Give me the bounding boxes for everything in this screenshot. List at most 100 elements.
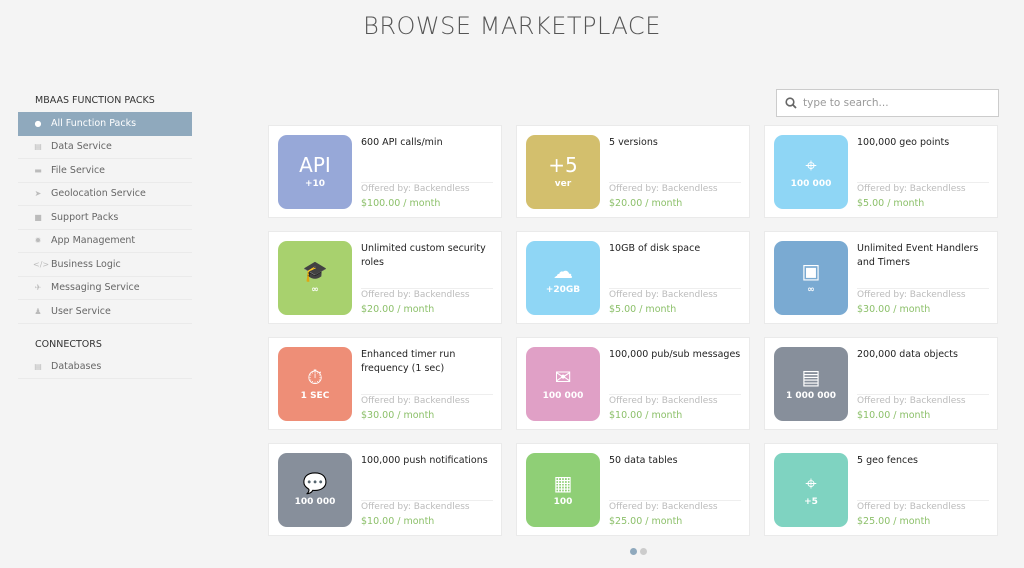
pack-icon: ▤ 1 000 000 bbox=[774, 347, 848, 421]
pack-glyph: ⏱ bbox=[307, 365, 323, 389]
section-function-packs: MBAAS FUNCTION PACKS bbox=[35, 95, 155, 106]
divider bbox=[857, 182, 989, 183]
function-pack-card[interactable]: API +10 600 API calls/min Offered by: Ba… bbox=[268, 125, 502, 218]
function-pack-card[interactable]: ☁ +20GB 10GB of disk space Offered by: B… bbox=[516, 231, 750, 324]
pack-glyph: ▣ bbox=[801, 259, 821, 283]
pack-name[interactable]: 100,000 pub/sub messages bbox=[609, 348, 744, 362]
divider bbox=[609, 182, 741, 183]
pack-price: $10.00 / month bbox=[609, 410, 683, 421]
sidebar-item-label: Databases bbox=[51, 361, 102, 373]
pack-caption: +10 bbox=[304, 179, 326, 189]
sidebar-item[interactable]: ■ Support Packs bbox=[18, 206, 192, 230]
pack-price: $20.00 / month bbox=[361, 304, 435, 315]
pack-name[interactable]: 100,000 geo points bbox=[857, 136, 992, 150]
sidebar-item-icon: ✹ bbox=[34, 236, 42, 246]
pack-icon: ✉ 100 000 bbox=[526, 347, 600, 421]
search-input[interactable]: type to search... bbox=[776, 89, 999, 117]
pack-glyph: +5 bbox=[548, 153, 578, 177]
sidebar-item-icon: ♟ bbox=[34, 306, 42, 316]
function-pack-card[interactable]: ⏱ 1 SEC Enhanced timer run frequency (1 … bbox=[268, 337, 502, 430]
sidebar-item-databases[interactable]: ▤ Databases bbox=[18, 356, 192, 379]
sidebar-item-label: File Service bbox=[51, 164, 106, 176]
divider bbox=[361, 394, 493, 395]
function-pack-card[interactable]: +5 ver 5 versions Offered by: Backendles… bbox=[516, 125, 750, 218]
divider bbox=[361, 182, 493, 183]
divider bbox=[857, 394, 989, 395]
sidebar-item-label: Data Service bbox=[51, 141, 112, 153]
function-pack-card[interactable]: ▦ 100 50 data tables Offered by: Backend… bbox=[516, 443, 750, 536]
pack-price: $100.00 / month bbox=[361, 198, 441, 209]
function-pack-card[interactable]: 🎓 ∞ Unlimited custom security roles Offe… bbox=[268, 231, 502, 324]
search-icon bbox=[785, 97, 797, 109]
function-pack-card[interactable]: 💬 100 000 100,000 push notifications Off… bbox=[268, 443, 502, 536]
sidebar-item-label: App Management bbox=[51, 235, 136, 247]
pack-vendor: Offered by: Backendless bbox=[361, 502, 470, 512]
sidebar-item[interactable]: ♟ User Service bbox=[18, 300, 192, 324]
sidebar: MBAAS FUNCTION PACKS ● All Function Packs… bbox=[18, 94, 192, 379]
sidebar-item[interactable]: </> Business Logic bbox=[18, 253, 192, 277]
sidebar-item[interactable]: ➤ Geolocation Service bbox=[18, 183, 192, 206]
database-icon: ▤ bbox=[34, 362, 42, 372]
pack-caption: 100 bbox=[553, 497, 573, 507]
sidebar-item-icon: ➤ bbox=[34, 189, 42, 199]
function-pack-card[interactable]: ▤ 1 000 000 200,000 data objects Offered… bbox=[764, 337, 998, 430]
sidebar-item-label: Support Packs bbox=[51, 211, 119, 223]
function-pack-card[interactable]: ✉ 100 000 100,000 pub/sub messages Offer… bbox=[516, 337, 750, 430]
sidebar-item-icon: ■ bbox=[34, 212, 42, 222]
sidebar-item[interactable]: ▬ File Service bbox=[18, 159, 192, 183]
sidebar-item[interactable]: ● All Function Packs bbox=[18, 112, 192, 136]
sidebar-item[interactable]: ✹ App Management bbox=[18, 230, 192, 253]
pack-name[interactable]: Enhanced timer run frequency (1 sec) bbox=[361, 348, 496, 376]
sidebar-item-label: Geolocation Service bbox=[51, 188, 146, 200]
pack-name[interactable]: 100,000 push notifications bbox=[361, 454, 496, 468]
page-dot-2[interactable] bbox=[640, 548, 647, 555]
pack-name[interactable]: 5 geo fences bbox=[857, 454, 992, 468]
pack-name[interactable]: Unlimited Event Handlers and Timers bbox=[857, 242, 992, 270]
pack-vendor: Offered by: Backendless bbox=[609, 184, 718, 194]
divider bbox=[361, 500, 493, 501]
pack-name[interactable]: 600 API calls/min bbox=[361, 136, 496, 150]
function-pack-card[interactable]: ⌖ +5 5 geo fences Offered by: Backendles… bbox=[764, 443, 998, 536]
pack-glyph: API bbox=[299, 153, 331, 177]
pack-name[interactable]: 5 versions bbox=[609, 136, 744, 150]
pack-caption: 1 SEC bbox=[300, 391, 330, 401]
function-pack-card[interactable]: ▣ ∞ Unlimited Event Handlers and Timers … bbox=[764, 231, 998, 324]
pack-price: $25.00 / month bbox=[857, 516, 931, 527]
pack-caption: ∞ bbox=[807, 285, 815, 295]
pack-icon: ▣ ∞ bbox=[774, 241, 848, 315]
divider bbox=[857, 500, 989, 501]
pack-vendor: Offered by: Backendless bbox=[609, 396, 718, 406]
section-connectors: CONNECTORS bbox=[35, 338, 102, 350]
pack-glyph: ☁ bbox=[553, 259, 573, 283]
divider bbox=[609, 500, 741, 501]
sidebar-item[interactable]: ✈ Messaging Service bbox=[18, 277, 192, 300]
pack-vendor: Offered by: Backendless bbox=[361, 396, 470, 406]
pack-glyph: ▤ bbox=[801, 365, 821, 389]
pack-caption: 1 000 000 bbox=[785, 391, 837, 401]
page-dot-1[interactable] bbox=[630, 548, 637, 555]
pack-vendor: Offered by: Backendless bbox=[857, 184, 966, 194]
function-pack-card[interactable]: ⌖ 100 000 100,000 geo points Offered by:… bbox=[764, 125, 998, 218]
pack-name[interactable]: 50 data tables bbox=[609, 454, 744, 468]
pack-caption: 100 000 bbox=[790, 179, 832, 189]
sidebar-item[interactable]: ▤ Data Service bbox=[18, 136, 192, 159]
pack-caption: ∞ bbox=[311, 285, 319, 295]
pack-glyph: 🎓 bbox=[302, 259, 328, 283]
pack-name[interactable]: 200,000 data objects bbox=[857, 348, 992, 362]
pack-icon: +5 ver bbox=[526, 135, 600, 209]
pack-price: $10.00 / month bbox=[857, 410, 931, 421]
search-placeholder: type to search... bbox=[803, 97, 889, 109]
pack-price: $5.00 / month bbox=[609, 304, 677, 315]
divider bbox=[609, 394, 741, 395]
sidebar-item-icon: </> bbox=[33, 259, 50, 269]
pack-vendor: Offered by: Backendless bbox=[857, 290, 966, 300]
pack-icon: 🎓 ∞ bbox=[278, 241, 352, 315]
pack-name[interactable]: 10GB of disk space bbox=[609, 242, 744, 256]
pack-name[interactable]: Unlimited custom security roles bbox=[361, 242, 496, 270]
pack-vendor: Offered by: Backendless bbox=[857, 396, 966, 406]
divider bbox=[361, 288, 493, 289]
pack-glyph: 💬 bbox=[302, 471, 328, 495]
sidebar-item-icon: ✈ bbox=[34, 283, 42, 293]
pack-vendor: Offered by: Backendless bbox=[609, 502, 718, 512]
sidebar-item-label: All Function Packs bbox=[51, 118, 137, 130]
